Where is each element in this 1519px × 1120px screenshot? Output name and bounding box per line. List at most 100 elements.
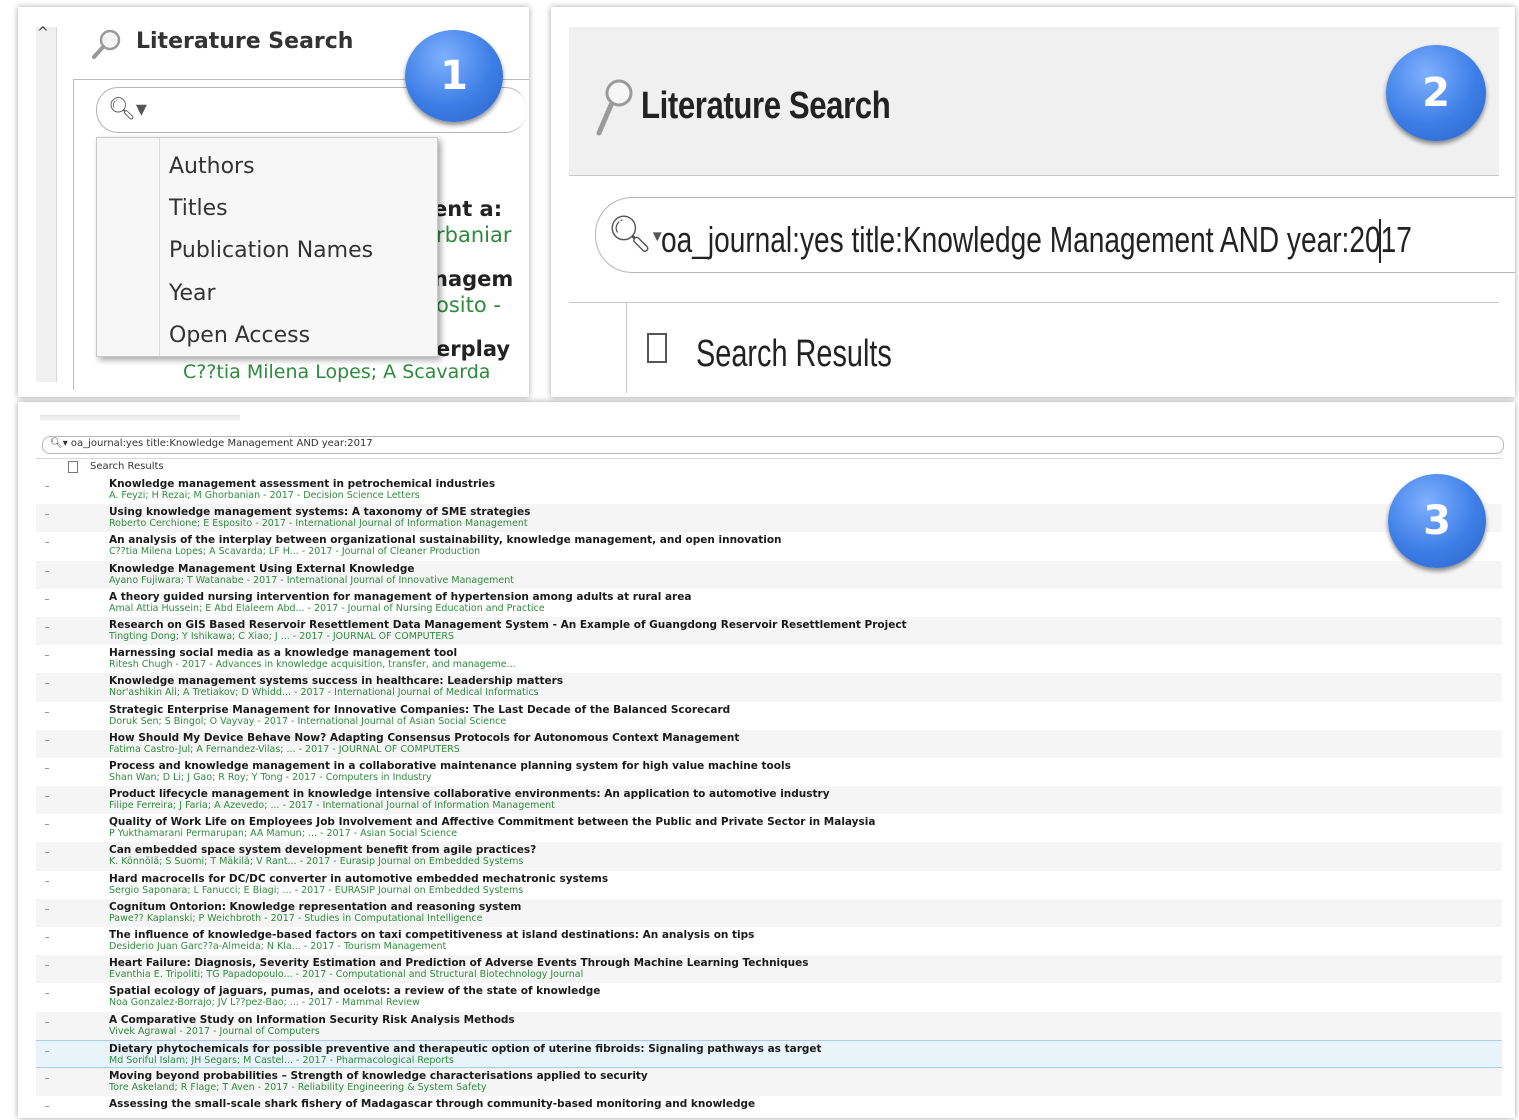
step-badge-1: 1 [405, 30, 503, 122]
result-row[interactable]: Product lifecycle management in knowledg… [36, 786, 1502, 815]
row-expander[interactable] [45, 993, 49, 995]
result-row[interactable]: Strategic Enterprise Management for Inno… [36, 702, 1502, 730]
menu-item-authors[interactable]: Authors [169, 154, 255, 179]
row-expander[interactable] [45, 739, 49, 741]
result-meta-fragment: rbaniar [436, 223, 512, 247]
result-row[interactable]: Heart Failure: Diagnosis, Severity Estim… [36, 955, 1502, 984]
row-expander[interactable] [45, 965, 49, 967]
document-icon [647, 333, 667, 363]
menu-item-titles[interactable]: Titles [169, 196, 228, 221]
row-expander[interactable] [45, 880, 49, 882]
search-field-dropdown-icon[interactable]: 🔍︎▾ [607, 213, 662, 255]
row-expander[interactable] [45, 1106, 49, 1108]
search-query-text: 🔍︎▾ oa_journal:yes title:Knowledge Manag… [50, 438, 373, 449]
row-expander[interactable] [45, 908, 49, 910]
result-title-fragment: nagem [433, 267, 514, 291]
result-row[interactable]: The influence of knowledge-based factors… [36, 927, 1502, 955]
result-row[interactable]: A Comparative Study on Information Secur… [36, 1011, 1502, 1040]
row-expander[interactable] [45, 570, 49, 572]
result-title: Assessing the small-scale shark fishery … [109, 1098, 756, 1111]
result-title: Hard macrocells for DC/DC converter in a… [109, 872, 609, 885]
row-expander[interactable] [45, 542, 49, 544]
result-row[interactable]: Using knowledge management systems: A ta… [36, 504, 1502, 533]
result-meta: Shan Wan; D Li; J Gao; R Roy; Y Tong - 2… [109, 771, 432, 783]
result-row[interactable]: An analysis of the interplay between org… [36, 532, 1502, 560]
result-title: How Should My Device Behave Now? Adaptin… [109, 731, 740, 744]
divider [569, 302, 1499, 303]
result-meta: Ritesh Chugh - 2017 - Advances in knowle… [109, 659, 516, 671]
row-expander[interactable] [45, 1050, 49, 1052]
search-results-node[interactable]: Search Results [696, 333, 892, 376]
result-meta: Fatima Castro-Jul; A Fernandez-Vilas; ..… [109, 743, 460, 755]
result-meta: Sergio Saponara; L Fanucci; E Biagi; ...… [109, 884, 524, 896]
row-expander[interactable] [45, 655, 49, 657]
search-field-dropdown-icon[interactable]: 🔍︎▾ [108, 97, 147, 122]
result-row[interactable]: Assessing the small-scale shark fishery … [36, 1096, 1502, 1118]
menu-item-publication-names[interactable]: Publication Names [169, 238, 373, 263]
result-meta: Pawe?? Kaplanski; P Weichbroth - 2017 - … [109, 912, 483, 924]
result-meta-fragment: osito - [436, 293, 501, 317]
result-meta: Vivek Agrawal - 2017 - Journal of Comput… [109, 1025, 320, 1037]
divider [36, 458, 1502, 459]
row-expander[interactable] [45, 824, 49, 826]
panel-title: Literature Search [136, 29, 354, 54]
result-row[interactable]: Cognitum Ontorion: Knowledge representat… [36, 898, 1502, 927]
row-expander[interactable] [45, 796, 49, 798]
result-title: Process and knowledge management in a co… [109, 759, 791, 772]
result-title: A Comparative Study on Information Secur… [109, 1013, 515, 1026]
row-expander[interactable] [45, 937, 49, 938]
result-title: Moving beyond probabilities – Strength o… [109, 1069, 648, 1082]
row-expander[interactable] [45, 683, 49, 685]
result-row[interactable]: Harnessing social media as a knowledge m… [36, 645, 1502, 673]
result-row[interactable]: Knowledge management systems success in … [36, 673, 1502, 702]
result-row[interactable]: Quality of Work Life on Employees Job In… [36, 814, 1502, 842]
text-cursor [1379, 219, 1381, 263]
result-title: Using knowledge management systems: A ta… [109, 506, 531, 519]
result-row[interactable]: Dietary phytochemicals for possible prev… [36, 1039, 1502, 1068]
row-expander[interactable] [45, 514, 49, 516]
panel-title: Literature Search [641, 85, 891, 127]
row-expander[interactable] [45, 1077, 49, 1079]
search-field-menu: Authors Titles Publication Names Year Op… [96, 137, 438, 357]
result-row[interactable]: Knowledge Management Using External Know… [36, 560, 1502, 589]
result-meta: Evanthia E. Tripoliti; TG Papadopoulo...… [109, 969, 584, 981]
result-meta: Ayano Fujiwara; T Watanabe - 2017 - Inte… [109, 574, 514, 586]
result-row[interactable]: Moving beyond probabilities – Strength o… [36, 1067, 1502, 1097]
result-row[interactable]: How Should My Device Behave Now? Adaptin… [36, 729, 1502, 758]
step-badge-2: 2 [1386, 45, 1486, 141]
results-list: Knowledge management assessment in petro… [36, 476, 1502, 1118]
result-title: Spatial ecology of jaguars, pumas, and o… [109, 985, 601, 998]
result-row[interactable]: Process and knowledge management in a co… [36, 758, 1502, 786]
menu-item-year[interactable]: Year [169, 281, 216, 306]
row-expander[interactable] [45, 711, 49, 713]
result-row[interactable]: Hard macrocells for DC/DC converter in a… [36, 871, 1502, 899]
menu-item-open-access[interactable]: Open Access [169, 323, 310, 348]
row-expander[interactable] [45, 1021, 49, 1023]
result-row[interactable]: Knowledge management assessment in petro… [36, 476, 1502, 504]
collapse-caret-icon[interactable]: ^ [37, 25, 49, 41]
row-expander[interactable] [45, 852, 49, 854]
vertical-scrollbar[interactable] [36, 27, 57, 382]
result-meta: C??tia Milena Lopes; A Scavarda; LF H...… [109, 546, 481, 558]
search-query-text: oa_journal:yes title:Knowledge Managemen… [661, 219, 1412, 260]
result-title: Knowledge management assessment in petro… [109, 478, 496, 490]
result-meta-fragment: C??tia Milena Lopes; A Scavarda [183, 361, 491, 383]
result-row[interactable]: Spatial ecology of jaguars, pumas, and o… [36, 983, 1502, 1011]
result-row[interactable]: Research on GIS Based Reservoir Resettle… [36, 616, 1502, 646]
row-expander[interactable] [45, 767, 49, 769]
result-title: Quality of Work Life on Employees Job In… [109, 816, 876, 829]
step-badge-3: 3 [1388, 474, 1486, 568]
result-meta: Roberto Cerchione; E Esposito - 2017 - I… [109, 518, 528, 530]
panel-search-results: 🔍︎▾ oa_journal:yes title:Knowledge Manag… [18, 402, 1515, 1118]
result-meta: Amal Attia Hussein; E Abd Elaleem Abd...… [109, 602, 545, 614]
result-meta: Nor'ashikin Ali; A Tretiakov; D Whidd...… [109, 687, 539, 699]
result-meta: Tingting Dong; Y Ishikawa; C Xiao; J ...… [109, 630, 455, 642]
result-title: Research on GIS Based Reservoir Resettle… [109, 618, 907, 631]
row-expander[interactable] [45, 486, 49, 487]
result-meta: Tore Askeland; R Flage; T Aven - 2017 - … [109, 1081, 487, 1093]
result-row[interactable]: A theory guided nursing intervention for… [36, 589, 1502, 617]
result-row[interactable]: Can embedded space system development be… [36, 842, 1502, 871]
row-expander[interactable] [45, 626, 49, 628]
row-expander[interactable] [45, 598, 49, 600]
search-results-node[interactable]: Search Results [90, 461, 164, 472]
